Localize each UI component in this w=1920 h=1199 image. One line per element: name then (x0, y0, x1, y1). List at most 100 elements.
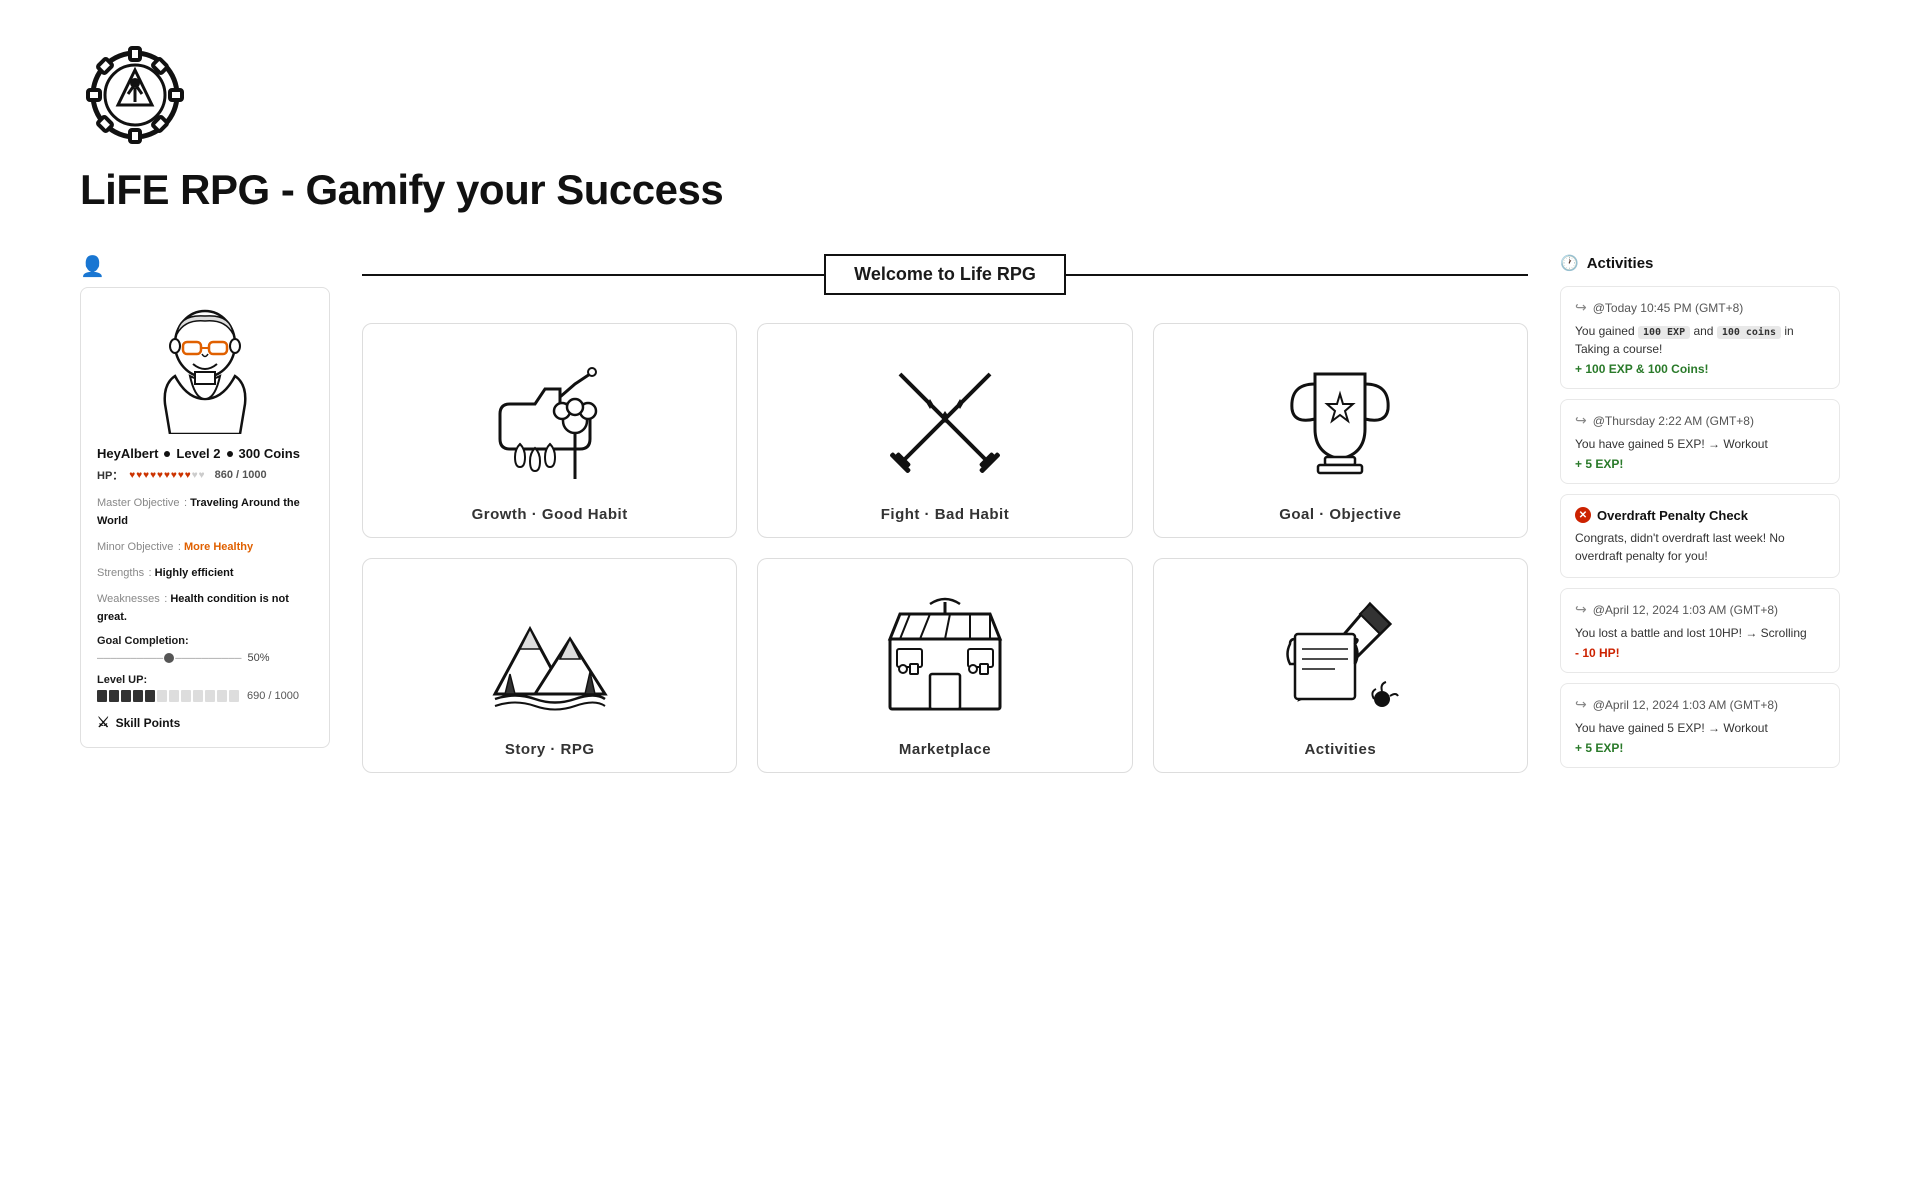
left-panel: 👤 (80, 254, 330, 778)
marketplace-icon (870, 579, 1020, 729)
right-panel: 🕐 Activities ↪ @Today 10:45 PM (GMT+8) Y… (1560, 254, 1840, 778)
overdraft-icon: ✕ (1575, 507, 1591, 523)
hp-hearts: ♥ ♥ ♥ ♥ ♥ ♥ ♥ ♥ ♥ ♥ ♥ (129, 470, 204, 481)
activity-reward-2: + 5 EXP! (1575, 457, 1825, 471)
strengths-value: Highly efficient (155, 567, 234, 579)
welcome-banner: Welcome to Life RPG (362, 254, 1528, 295)
block-3 (121, 690, 131, 702)
activity-card-3: ↪ @April 12, 2024 1:03 AM (GMT+8) You lo… (1560, 588, 1840, 673)
activity-tag-exp-1: 100 EXP (1638, 326, 1690, 339)
activity-reward-1: + 100 EXP & 100 Coins! (1575, 362, 1825, 376)
activity-timestamp-1: @Today 10:45 PM (GMT+8) (1593, 301, 1744, 315)
dot1 (164, 451, 170, 457)
hp-label: HP： (97, 467, 123, 483)
story-icon (475, 579, 625, 729)
minor-objective-value: More Healthy (184, 541, 253, 553)
master-objective-row: Master Objective : Traveling Around the … (97, 493, 313, 529)
block-8 (181, 690, 191, 702)
level-up: Level UP: 690 / 1000 (97, 674, 313, 702)
activity-arrow-2: ↪ (1575, 412, 1587, 429)
hp-row: HP： ♥ ♥ ♥ ♥ ♥ ♥ ♥ ♥ ♥ ♥ ♥ 860 / 1000 (97, 467, 313, 483)
avatar-svg (135, 304, 275, 434)
char-name: HeyAlbert (97, 446, 158, 461)
strengths-row: Strengths : Highly efficient (97, 563, 313, 581)
block-2 (109, 690, 119, 702)
block-11 (217, 690, 227, 702)
goal-completion: Goal Completion: —————————— —————————— 5… (97, 635, 313, 664)
heart-1: ♥ (129, 470, 135, 481)
skill-points-row[interactable]: ⚔ Skill Points (97, 714, 313, 731)
activities-title-text: Activities (1587, 255, 1654, 272)
banner-line-left (362, 274, 824, 276)
heart-11: ♥ (199, 470, 205, 481)
card-grid: Growth · Good Habit (362, 323, 1528, 773)
app-title: LiFE RPG - Gamify your Success (80, 166, 723, 214)
level-up-label: Level UP: (97, 674, 313, 686)
char-coins: 300 Coins (239, 446, 300, 461)
activity-arrow-4: ↪ (1575, 696, 1587, 713)
activity-reward-4: + 5 EXP! (1575, 741, 1825, 755)
overdraft-header: ✕ Overdraft Penalty Check (1575, 507, 1825, 523)
card-fight-label: Fight · Bad Habit (881, 506, 1010, 523)
char-name-row: HeyAlbert Level 2 300 Coins (97, 446, 313, 461)
heart-3: ♥ (143, 470, 149, 481)
heart-7: ♥ (171, 470, 177, 481)
card-fight-bad-habit[interactable]: Fight · Bad Habit (757, 323, 1132, 538)
card-goal-objective[interactable]: Goal · Objective (1153, 323, 1528, 538)
activity-header-1: ↪ @Today 10:45 PM (GMT+8) (1575, 299, 1825, 316)
banner-box: Welcome to Life RPG (824, 254, 1066, 295)
activity-body-text-1a: You gained (1575, 324, 1638, 338)
heart-4: ♥ (150, 470, 156, 481)
block-1 (97, 690, 107, 702)
activity-header-2: ↪ @Thursday 2:22 AM (GMT+8) (1575, 412, 1825, 429)
activities-title: 🕐 Activities (1560, 254, 1840, 272)
activity-body-4: You have gained 5 EXP! → Workout (1575, 719, 1825, 737)
character-avatar (97, 304, 313, 434)
block-9 (193, 690, 203, 702)
strengths-label: Strengths (97, 567, 144, 579)
card-marketplace-label: Marketplace (899, 741, 991, 758)
growth-icon (475, 344, 625, 494)
activity-card-1: ↪ @Today 10:45 PM (GMT+8) You gained 100… (1560, 286, 1840, 389)
overdraft-title: Overdraft Penalty Check (1597, 508, 1748, 523)
activity-card-4: ↪ @April 12, 2024 1:03 AM (GMT+8) You ha… (1560, 683, 1840, 768)
activity-card-2: ↪ @Thursday 2:22 AM (GMT+8) You have gai… (1560, 399, 1840, 484)
block-6 (157, 690, 167, 702)
progress-pct: 50% (247, 652, 269, 664)
block-10 (205, 690, 215, 702)
activity-header-3: ↪ @April 12, 2024 1:03 AM (GMT+8) (1575, 601, 1825, 618)
activity-timestamp-3: @April 12, 2024 1:03 AM (GMT+8) (1593, 603, 1778, 617)
goal-icon (1265, 344, 1415, 494)
overdraft-body: Congrats, didn't overdraft last week! No… (1575, 529, 1825, 565)
card-goal-label: Goal · Objective (1279, 506, 1401, 523)
weaknesses-row: Weaknesses : Health condition is not gre… (97, 589, 313, 625)
activity-tag-coins-1: 100 coins (1717, 326, 1781, 339)
activities-clock-icon: 🕐 (1560, 254, 1579, 272)
skill-points-icon: ⚔ (97, 714, 110, 731)
master-objective-label: Master Objective (97, 497, 180, 509)
block-7 (169, 690, 179, 702)
welcome-lines: Welcome to Life RPG (362, 254, 1528, 295)
activity-arrow-3: ↪ (1575, 601, 1587, 618)
heart-8: ♥ (178, 470, 184, 481)
block-4 (133, 690, 143, 702)
activities-icon (1265, 579, 1415, 729)
progress-dashes-right: —————————— (175, 651, 241, 664)
progress-thumb (164, 653, 174, 663)
card-growth-label: Growth · Good Habit (472, 506, 628, 523)
card-activities[interactable]: Activities (1153, 558, 1528, 773)
fight-icon (870, 344, 1020, 494)
card-story-rpg[interactable]: Story · RPG (362, 558, 737, 773)
card-growth-good-habit[interactable]: Growth · Good Habit (362, 323, 737, 538)
card-story-label: Story · RPG (505, 741, 595, 758)
character-card: HeyAlbert Level 2 300 Coins HP： ♥ ♥ ♥ ♥ … (80, 287, 330, 748)
banner-line-right (1066, 274, 1528, 276)
activity-body-text-1b: and (1690, 324, 1717, 338)
app-logo (80, 40, 190, 150)
heart-6: ♥ (164, 470, 170, 481)
user-icon: 👤 (80, 254, 330, 279)
center-panel: Welcome to Life RPG (362, 254, 1528, 778)
activity-timestamp-4: @April 12, 2024 1:03 AM (GMT+8) (1593, 698, 1778, 712)
card-marketplace[interactable]: Marketplace (757, 558, 1132, 773)
minor-objective-label: Minor Objective (97, 541, 173, 553)
